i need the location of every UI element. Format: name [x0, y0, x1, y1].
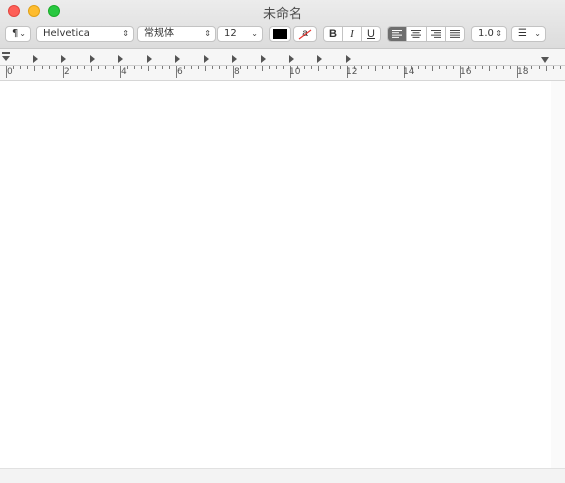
align-right-button[interactable] [427, 27, 446, 41]
window-toolbar: 未命名 ¶ ⌄ Helvetica ⇕ 常规体 ⇕ 12 ⌄ a B I U 1… [0, 0, 565, 49]
list-icon: ☰ [518, 28, 527, 39]
tab-stops [33, 55, 351, 63]
ruler-label: 12 [346, 67, 358, 77]
chevron-down-icon: ⌄ [251, 29, 258, 38]
align-left-button[interactable] [388, 27, 408, 41]
first-line-indent-marker[interactable] [2, 52, 10, 54]
paragraph-style-value: ¶ [12, 28, 19, 39]
ruler[interactable]: 0 2 4 6 8 10 12 14 16 18 [0, 49, 565, 81]
font-family-value: Helvetica [43, 28, 90, 39]
underline-button[interactable]: U [362, 27, 380, 41]
justify-icon [449, 30, 460, 38]
line-spacing-popup[interactable]: 1.0 ⇕ [471, 26, 507, 42]
line-spacing-value: 1.0 [478, 28, 494, 39]
text-color-well[interactable] [269, 26, 291, 42]
ruler-label: 0 [7, 67, 13, 77]
background-color-well[interactable]: a [293, 26, 317, 42]
vertical-scrollbar[interactable] [551, 81, 565, 468]
right-indent-marker[interactable] [541, 57, 549, 63]
ruler-label: 2 [64, 67, 70, 77]
text-color-swatch [273, 29, 287, 39]
chevron-down-icon: ⌄ [19, 29, 26, 38]
ruler-label: 8 [234, 67, 240, 77]
align-center-button[interactable] [407, 27, 427, 41]
justify-button[interactable] [446, 27, 464, 41]
align-center-icon [411, 30, 422, 38]
ruler-graphics [0, 52, 565, 78]
typeface-popup[interactable]: 常规体 ⇕ [137, 26, 216, 42]
font-family-popup[interactable]: Helvetica ⇕ [36, 26, 134, 42]
bold-button[interactable]: B [324, 27, 343, 41]
italic-label: I [350, 28, 354, 40]
ruler-label: 10 [289, 67, 301, 77]
align-right-icon [430, 30, 441, 38]
bold-label: B [329, 28, 337, 40]
window-title: 未命名 [262, 7, 302, 22]
horizontal-scrollbar[interactable] [0, 468, 565, 483]
left-indent-marker[interactable] [2, 56, 10, 61]
underline-label: U [367, 28, 375, 40]
textedit-window: 未命名 ¶ ⌄ Helvetica ⇕ 常规体 ⇕ 12 ⌄ a B I U 1… [0, 0, 565, 483]
chevron-down-icon: ⌄ [534, 29, 541, 38]
text-style-buttons: B I U [323, 26, 381, 42]
up-down-chevron-icon: ⇕ [495, 29, 502, 38]
no-color-slash-icon [298, 29, 312, 40]
up-down-chevron-icon: ⇕ [122, 29, 129, 38]
up-down-chevron-icon: ⇕ [204, 29, 211, 38]
ruler-label: 4 [121, 67, 127, 77]
ruler-label: 14 [403, 67, 415, 77]
ruler-label: 16 [460, 67, 472, 77]
alignment-buttons [387, 26, 465, 42]
paragraph-style-popup[interactable]: ¶ ⌄ [5, 26, 31, 42]
document-text-area[interactable] [0, 81, 552, 468]
font-size-combo[interactable]: 12 ⌄ [217, 26, 263, 42]
ruler-label: 18 [517, 67, 529, 77]
typeface-value: 常规体 [144, 28, 174, 39]
font-size-value: 12 [224, 28, 237, 39]
list-style-popup[interactable]: ☰ ⌄ [511, 26, 546, 42]
align-left-icon [392, 30, 403, 38]
italic-button[interactable]: I [343, 27, 362, 41]
ruler-label: 6 [177, 67, 183, 77]
